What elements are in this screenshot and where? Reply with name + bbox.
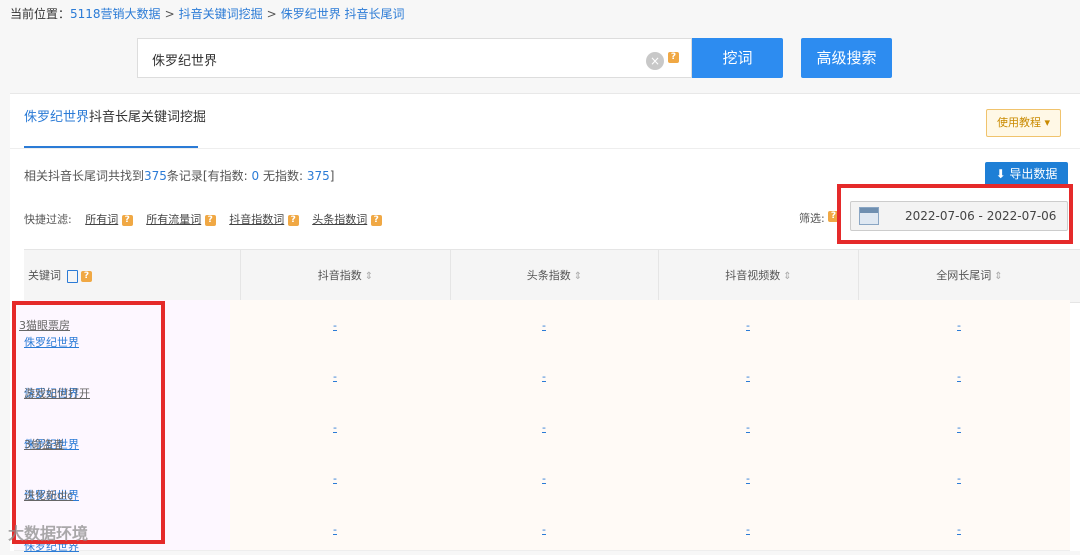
table-row: 侏罗纪世界 - - - - — [14, 504, 1070, 553]
help-icon[interactable]: ? — [121, 214, 133, 226]
toutiao-index-value[interactable]: - — [440, 351, 648, 402]
table-row: 侏罗纪世界 进化新dlc - - - - — [14, 453, 1070, 505]
table-row: 侏罗纪世界 游戏如何打开 - - - - — [14, 351, 1070, 403]
quick-filters: 快捷过滤: 所有词 ? 所有流量词 ? 抖音指数词 ? 头条指数词 ? — [24, 211, 382, 227]
breadcrumb-prefix: 当前位置： — [10, 7, 71, 21]
col-toutiao-index[interactable]: 头条指数 ⇕ — [450, 250, 658, 302]
sort-icon[interactable]: ⇕ — [783, 271, 791, 282]
douyin-index-value[interactable]: - — [230, 453, 440, 504]
col-keyword: 关键词? — [24, 250, 240, 302]
watermark: 大数据环境 — [8, 524, 89, 543]
result-stats: 相关抖音长尾词共找到375条记录[有指数: 0 无指数: 375] — [24, 169, 335, 183]
douyin-index-value[interactable]: - — [230, 300, 440, 351]
export-button[interactable]: ⬇ 导出数据 — [985, 162, 1068, 186]
longtail-value[interactable]: - — [848, 402, 1070, 453]
help-icon[interactable]: ? — [287, 214, 299, 226]
breadcrumb-sep: > — [266, 7, 277, 21]
table-header: 关键词? 抖音指数 ⇕ 头条指数 ⇕ 抖音视频数 ⇕ 全网长尾词 ⇕ — [24, 249, 1080, 303]
help-icon[interactable]: ? — [668, 52, 679, 63]
breadcrumb-sep: > — [164, 7, 175, 21]
help-icon[interactable]: ? — [370, 214, 382, 226]
toutiao-index-value[interactable]: - — [440, 300, 648, 351]
toutiao-index-value[interactable]: - — [440, 453, 648, 504]
toutiao-index-value[interactable]: - — [440, 402, 648, 453]
panel-title: 侏罗纪世界抖音长尾关键词挖掘 — [24, 110, 207, 125]
quick-filter-label: 快捷过滤: — [24, 213, 72, 226]
douyin-index-value[interactable]: - — [230, 504, 440, 555]
douyin-index-value[interactable]: - — [230, 402, 440, 453]
col-longtail[interactable]: 全网长尾词 ⇕ — [858, 250, 1080, 302]
sort-icon[interactable]: ⇕ — [994, 271, 1002, 282]
table-row: 侏罗纪世界 3猫眼票房 - - - - — [14, 300, 1070, 352]
longtail-value[interactable]: - — [848, 453, 1070, 504]
table-row: 侏罗纪世界 3偷盗者 - - - - — [14, 402, 1070, 454]
divider — [10, 148, 1080, 149]
breadcrumb-link-douyin[interactable]: 抖音关键词挖掘 — [179, 7, 263, 21]
filter-toutiao-index[interactable]: 头条指数词 — [312, 213, 367, 226]
filter-traffic-words[interactable]: 所有流量词 — [146, 213, 201, 226]
sort-icon[interactable]: ⇕ — [574, 271, 582, 282]
highlight-box-keywords — [12, 301, 165, 544]
copy-icon[interactable] — [67, 269, 78, 283]
longtail-value[interactable]: - — [848, 504, 1070, 555]
douyin-index-value[interactable]: - — [230, 351, 440, 402]
longtail-value[interactable]: - — [848, 300, 1070, 351]
toutiao-index-value[interactable]: - — [440, 504, 648, 555]
search-input[interactable]: 侏罗纪世界 — [137, 38, 692, 78]
highlight-box-date — [837, 184, 1073, 244]
advanced-search-button[interactable]: 高级搜索 — [801, 38, 892, 78]
help-icon[interactable]: ? — [204, 214, 216, 226]
breadcrumb: 当前位置：5118营销大数据 > 抖音关键词挖掘 > 侏罗纪世界 抖音长尾词 — [10, 5, 405, 22]
col-video-count[interactable]: 抖音视频数 ⇕ — [658, 250, 858, 302]
sort-icon[interactable]: ⇕ — [365, 271, 373, 282]
video-count-value[interactable]: - — [648, 402, 848, 453]
help-icon[interactable]: ? — [81, 270, 92, 282]
col-douyin-index[interactable]: 抖音指数 ⇕ — [240, 250, 450, 302]
filter-label: 筛选: — [799, 212, 825, 225]
video-count-value[interactable]: - — [648, 453, 848, 504]
tutorial-button[interactable]: 使用教程 ▾ — [986, 109, 1061, 137]
breadcrumb-current[interactable]: 侏罗纪世界 抖音长尾词 — [281, 7, 405, 21]
video-count-value[interactable]: - — [648, 351, 848, 402]
longtail-value[interactable]: - — [848, 351, 1070, 402]
dig-button[interactable]: 挖词 — [692, 38, 783, 78]
video-count-value[interactable]: - — [648, 504, 848, 555]
filter-douyin-index[interactable]: 抖音指数词 — [229, 213, 284, 226]
filter-all-words[interactable]: 所有词 — [85, 213, 118, 226]
video-count-value[interactable]: - — [648, 300, 848, 351]
breadcrumb-link-5118[interactable]: 5118营销大数据 — [70, 7, 161, 21]
search-value: 侏罗纪世界 — [152, 54, 218, 69]
clear-icon[interactable]: × — [646, 52, 664, 70]
